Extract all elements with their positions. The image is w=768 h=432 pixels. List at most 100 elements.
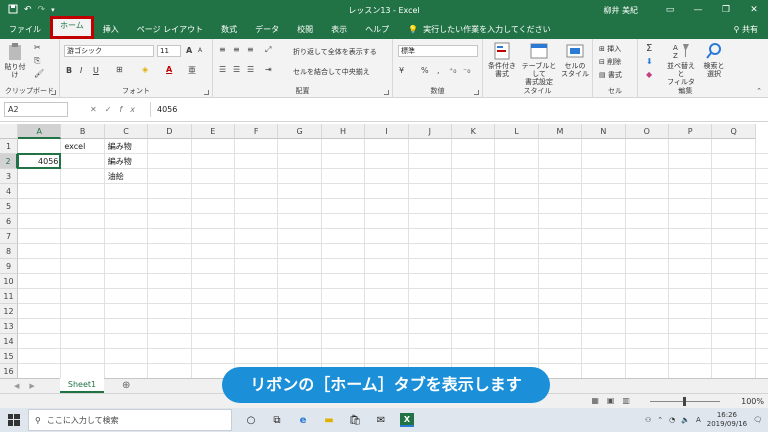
- number-launcher-icon[interactable]: [474, 90, 479, 95]
- tab-review[interactable]: 校閲: [288, 20, 322, 39]
- italic-button[interactable]: I: [80, 66, 82, 75]
- column-header-p[interactable]: P: [669, 124, 713, 139]
- chevron-up-icon[interactable]: ⌃: [657, 416, 663, 424]
- row-header-2[interactable]: 2: [0, 154, 18, 169]
- formula-buttons[interactable]: ✕✓fx: [90, 102, 143, 117]
- edge-icon[interactable]: e: [296, 413, 310, 427]
- row-header-15[interactable]: 15: [0, 349, 18, 364]
- share-button[interactable]: ⚲ 共有: [734, 20, 758, 39]
- alignment-launcher-icon[interactable]: [384, 90, 389, 95]
- underline-button[interactable]: U: [93, 66, 99, 75]
- cell-styles-button[interactable]: セルの スタイル: [559, 42, 591, 78]
- column-header-n[interactable]: N: [582, 124, 626, 139]
- row-header-14[interactable]: 14: [0, 334, 18, 349]
- phonetic-icon[interactable]: 亜: [188, 65, 196, 76]
- worksheet-grid[interactable]: A B C D E F G H I J K L M N O P Q 1 2 3 4 5 6 7 8 9 10 11 12 13 14 15 16…: [0, 124, 768, 378]
- cut-icon[interactable]: ✂: [34, 43, 41, 52]
- column-header-i[interactable]: I: [365, 124, 409, 139]
- column-header-c[interactable]: C: [104, 124, 149, 139]
- insert-cells-button[interactable]: ⊞ 挿入: [599, 44, 621, 54]
- fill-icon[interactable]: ⬇: [646, 57, 653, 66]
- network-icon[interactable]: ◔: [669, 416, 675, 424]
- volume-icon[interactable]: 🔈: [681, 416, 690, 424]
- paste-button[interactable]: 貼り付け: [4, 43, 26, 79]
- row-header-8[interactable]: 8: [0, 244, 18, 259]
- conditional-format-button[interactable]: 条件付き 書式: [485, 42, 519, 78]
- select-all-corner[interactable]: [0, 124, 18, 139]
- add-sheet-button[interactable]: ⊕: [122, 379, 130, 393]
- row-header-13[interactable]: 13: [0, 319, 18, 334]
- ribbon-display-icon[interactable]: ▭: [656, 0, 684, 20]
- font-name-select[interactable]: 游ゴシック: [64, 45, 154, 57]
- tab-file[interactable]: ファイル: [0, 20, 50, 39]
- wrap-text-button[interactable]: 折り返して全体を表示する: [293, 47, 377, 57]
- number-format-select[interactable]: 標準: [398, 45, 478, 57]
- minimize-icon[interactable]: —: [684, 0, 712, 20]
- delete-cells-button[interactable]: ⊟ 削除: [599, 57, 621, 67]
- font-color-button[interactable]: A: [166, 65, 172, 74]
- format-cells-button[interactable]: ▤ 書式: [599, 70, 622, 80]
- align-top-icon[interactable]: ≡: [219, 45, 226, 54]
- column-header-o[interactable]: O: [625, 124, 669, 139]
- align-left-icon[interactable]: ☰: [219, 65, 226, 74]
- cell-b1[interactable]: excel: [61, 139, 104, 154]
- collapse-ribbon-icon[interactable]: ⌃: [756, 87, 762, 95]
- people-icon[interactable]: ⚇: [645, 416, 651, 424]
- column-header-h[interactable]: H: [321, 124, 366, 139]
- format-painter-icon[interactable]: 🖌: [34, 69, 44, 78]
- close-icon[interactable]: ✕: [740, 0, 768, 20]
- borders-icon[interactable]: ⊞: [116, 65, 123, 74]
- format-as-table-button[interactable]: テーブルとして 書式設定: [519, 42, 559, 86]
- column-header-a[interactable]: A: [18, 124, 62, 139]
- shrink-font-button[interactable]: A: [198, 47, 202, 54]
- cell-c3[interactable]: 油絵: [105, 169, 148, 184]
- view-mode-icons[interactable]: ▦▣▥: [591, 396, 638, 405]
- tab-formulas[interactable]: 数式: [212, 20, 246, 39]
- zoom-slider-thumb[interactable]: [683, 397, 686, 406]
- column-header-m[interactable]: M: [538, 124, 583, 139]
- row-header-9[interactable]: 9: [0, 259, 18, 274]
- row-header-1[interactable]: 1: [0, 139, 18, 154]
- clock[interactable]: 16:26 2019/09/16: [707, 411, 747, 429]
- cortana-icon[interactable]: ○: [244, 413, 258, 427]
- percent-button[interactable]: %: [421, 66, 429, 75]
- copy-icon[interactable]: ⎘: [34, 56, 40, 66]
- align-right-icon[interactable]: ☰: [247, 65, 254, 74]
- row-header-4[interactable]: 4: [0, 184, 18, 199]
- notifications-icon[interactable]: 🗨: [753, 416, 762, 424]
- font-launcher-icon[interactable]: [204, 90, 209, 95]
- find-select-button[interactable]: 検索と 選択: [700, 42, 728, 78]
- clear-icon[interactable]: ◆: [646, 70, 652, 79]
- merge-center-button[interactable]: セルを結合して中央揃え: [293, 67, 370, 77]
- row-header-5[interactable]: 5: [0, 199, 18, 214]
- formula-input[interactable]: 4056: [150, 102, 762, 117]
- fx-label[interactable]: fx: [119, 105, 143, 114]
- row-header-12[interactable]: 12: [0, 304, 18, 319]
- tab-help[interactable]: ヘルプ: [356, 20, 398, 39]
- bold-button[interactable]: B: [66, 66, 72, 75]
- tab-home[interactable]: ホーム: [50, 16, 94, 39]
- column-header-j[interactable]: J: [408, 124, 452, 139]
- zoom-level[interactable]: 100%: [741, 394, 764, 409]
- fill-color-icon[interactable]: ◈: [142, 65, 148, 74]
- column-header-q[interactable]: Q: [712, 124, 756, 139]
- row-header-6[interactable]: 6: [0, 214, 18, 229]
- store-icon[interactable]: 🛍: [348, 413, 362, 427]
- increase-decimal-icon[interactable]: ⁺₀: [449, 66, 456, 75]
- row-header-11[interactable]: 11: [0, 289, 18, 304]
- grow-font-button[interactable]: A: [186, 46, 192, 55]
- decrease-decimal-icon[interactable]: ⁻₀: [463, 66, 470, 75]
- autosum-icon[interactable]: Σ: [646, 43, 652, 54]
- orientation-icon[interactable]: ⤢: [265, 45, 271, 55]
- file-explorer-icon[interactable]: ▬: [322, 413, 336, 427]
- tab-data[interactable]: データ: [246, 20, 288, 39]
- cell-c1[interactable]: 編み物: [105, 139, 148, 154]
- mail-icon[interactable]: ✉: [374, 413, 388, 427]
- tab-view[interactable]: 表示: [322, 20, 356, 39]
- sheet-nav-arrows[interactable]: ◀▶: [14, 379, 45, 393]
- row-header-10[interactable]: 10: [0, 274, 18, 289]
- task-view-icon[interactable]: ⧉: [270, 413, 284, 427]
- maximize-icon[interactable]: ❐: [712, 0, 740, 20]
- column-header-f[interactable]: F: [235, 124, 279, 139]
- column-header-l[interactable]: L: [495, 124, 539, 139]
